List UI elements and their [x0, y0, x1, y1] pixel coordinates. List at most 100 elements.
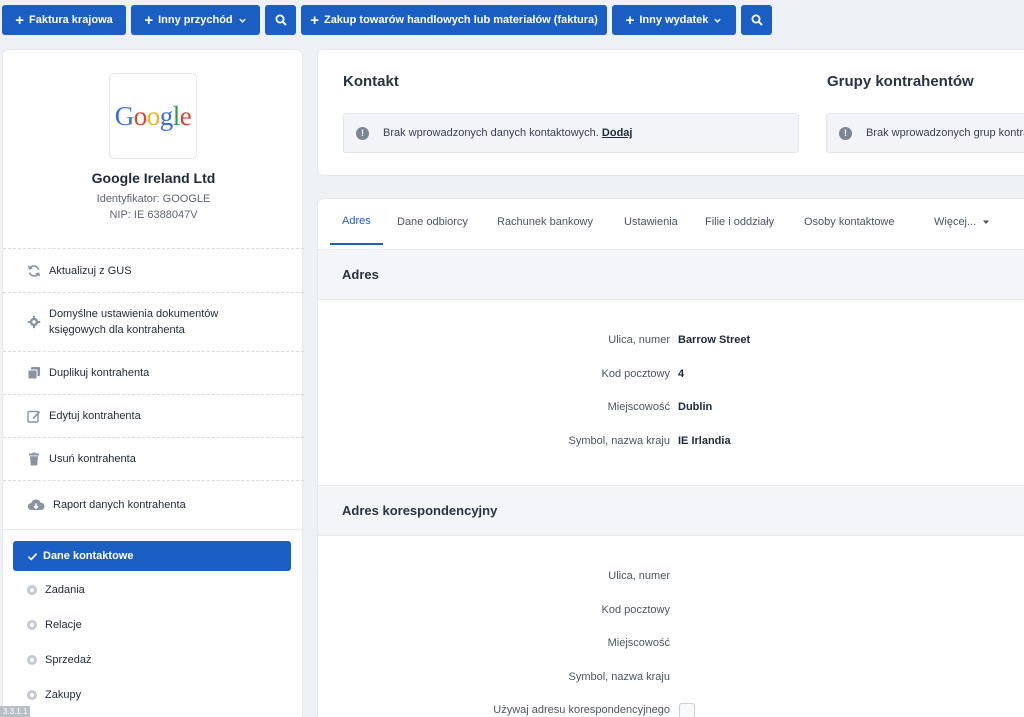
contact-info-text: Brak wprowadzonych danych kontaktowych. … — [383, 127, 632, 139]
plus-icon: + — [144, 11, 154, 29]
logo-letter: g — [159, 100, 174, 131]
tab-recipient[interactable]: Dane odbiorcy — [397, 199, 468, 245]
chevron-down-icon — [714, 18, 722, 23]
main-panel: Adres Dane odbiorcy Rachunek bankowy Ust… — [317, 198, 1024, 717]
nav-item-contact-data[interactable]: Dane kontaktowe — [13, 541, 291, 571]
country-value: IE Irlandia — [678, 435, 731, 447]
check-icon — [27, 552, 38, 561]
city-value: Dublin — [678, 401, 713, 413]
info-icon: ! — [356, 126, 369, 140]
nav-item-sales[interactable]: Sprzedaż — [27, 654, 91, 666]
company-logo: Google — [109, 73, 197, 159]
corr-street-label: Ulica, numer — [608, 570, 670, 582]
postcode-label: Kod pocztowy — [601, 368, 670, 380]
default-doc-settings-button[interactable]: Domyślne ustawienia dokumentów księgowyc… — [3, 292, 304, 351]
contractor-report-button[interactable]: Raport danych kontrahenta — [3, 480, 304, 528]
groups-title: Grupy kontrahentów — [827, 73, 974, 90]
use-correspondence-checkbox[interactable] — [679, 703, 695, 717]
use-correspondence-label: Używaj adresu korespondencyjnego — [493, 704, 670, 716]
contractor-nav: Dane kontaktowe Zadania Relacje Sprzedaż… — [3, 529, 304, 701]
purchase-invoice-button[interactable]: + Zakup towarów handlowych lub materiałó… — [301, 5, 607, 35]
action-list: Aktualizuj z GUS Domyślne ustawienia dok… — [3, 248, 304, 528]
circle-icon — [27, 690, 37, 700]
logo-letter: G — [114, 100, 135, 131]
info-icon: ! — [839, 126, 852, 140]
edit-contractor-button[interactable]: Edytuj kontrahenta — [3, 394, 304, 437]
groups-info-box: ! Brak wprowadzonych grup kontrahentów. — [826, 113, 1024, 153]
caret-down-icon — [983, 220, 990, 224]
plus-icon: + — [15, 11, 24, 29]
contact-info-box: ! Brak wprowadzonych danych kontaktowych… — [343, 113, 799, 153]
tab-bank-account[interactable]: Rachunek bankowy — [497, 199, 593, 245]
address-section-title: Adres — [318, 249, 1024, 300]
logo-letter: o — [133, 100, 148, 131]
search-icon — [275, 14, 287, 26]
corr-postcode-label: Kod pocztowy — [601, 604, 670, 616]
update-from-gus-label: Aktualizuj z GUS — [49, 264, 132, 277]
plus-icon: + — [310, 11, 319, 29]
tab-more-label: Więcej... — [934, 216, 977, 228]
contact-info-message: Brak wprowadzonych danych kontaktowych. — [383, 127, 599, 139]
other-expense-dropdown-button[interactable]: + Inny wydatek — [612, 5, 736, 35]
nav-item-tasks-label: Zadania — [45, 584, 85, 596]
postcode-value: 4 — [678, 368, 685, 380]
circle-icon — [27, 655, 37, 665]
corr-city-label: Miejscowość — [607, 637, 670, 649]
copy-icon — [27, 367, 40, 380]
contact-panel: Kontakt ! Brak wprowadzonych danych kont… — [317, 49, 1024, 176]
update-from-gus-button[interactable]: Aktualizuj z GUS — [3, 248, 304, 292]
nav-item-tasks[interactable]: Zadania — [27, 584, 85, 596]
chevron-down-icon — [238, 18, 246, 23]
nav-item-sales-label: Sprzedaż — [45, 654, 92, 666]
top-toolbar: + Faktura krajowa + Inny przychód + Zaku… — [0, 0, 1024, 40]
google-logo-text: Google — [115, 101, 192, 132]
tab-bar: Adres Dane odbiorcy Rachunek bankowy Ust… — [318, 199, 1024, 245]
add-contact-link[interactable]: Dodaj — [602, 127, 633, 139]
nav-item-relations[interactable]: Relacje — [27, 619, 82, 631]
groups-info-text: Brak wprowadzonych grup kontrahentów. — [866, 127, 1024, 139]
nav-item-contact-data-label: Dane kontaktowe — [43, 550, 134, 562]
nav-item-purchases[interactable]: Zakupy — [27, 689, 81, 701]
company-nip: NIP: IE 6388047V — [109, 209, 198, 221]
tab-branches[interactable]: Filie i oddziały — [705, 199, 774, 245]
delete-contractor-button[interactable]: Usuń kontrahenta — [3, 437, 304, 480]
corr-country-label: Symbol, nazwa kraju — [568, 671, 671, 683]
company-name: Google Ireland Ltd — [91, 170, 216, 186]
other-income-dropdown-button[interactable]: + Inny przychód — [131, 5, 260, 35]
street-value: Barrow Street — [678, 334, 751, 346]
trash-icon — [29, 452, 39, 466]
contractor-sidebar: Google Google Ireland Ltd Identyfikator:… — [2, 49, 304, 717]
other-income-label: Inny przychód — [158, 14, 233, 26]
cloud-download-icon — [27, 498, 45, 510]
nav-item-relations-label: Relacje — [45, 619, 82, 631]
tab-contact-persons[interactable]: Osoby kontaktowe — [804, 199, 895, 245]
tab-more-dropdown[interactable]: Więcej... — [934, 199, 990, 245]
circle-icon — [27, 620, 37, 630]
search-icon — [751, 14, 763, 26]
tab-address[interactable]: Adres — [330, 199, 383, 245]
gear-icon — [27, 315, 41, 329]
new-invoice-button[interactable]: + Faktura krajowa — [2, 5, 126, 35]
logo-letter: o — [146, 100, 161, 131]
tab-settings[interactable]: Ustawienia — [624, 199, 678, 245]
company-identifier: Identyfikator: GOOGLE — [96, 193, 211, 205]
edit-contractor-label: Edytuj kontrahenta — [49, 410, 141, 422]
logo-letter: e — [179, 100, 192, 131]
plus-icon: + — [625, 11, 635, 29]
nav-item-purchases-label: Zakupy — [45, 689, 82, 701]
default-doc-settings-label: Domyślne ustawienia dokumentów księgowyc… — [49, 308, 219, 336]
duplicate-contractor-label: Duplikuj kontrahenta — [49, 367, 150, 379]
search-income-button[interactable] — [265, 5, 296, 35]
duplicate-contractor-button[interactable]: Duplikuj kontrahenta — [3, 351, 304, 394]
circle-icon — [27, 585, 37, 595]
edit-icon — [27, 410, 41, 423]
logo-letter: l — [172, 100, 181, 131]
correspondence-section-title: Adres korespondencyjny — [318, 485, 1024, 536]
version-badge: 3.3.1.1 — [0, 706, 31, 717]
other-expense-label: Inny wydatek — [639, 14, 709, 26]
search-expense-button[interactable] — [741, 5, 772, 35]
country-label: Symbol, nazwa kraju — [568, 435, 671, 447]
refresh-icon — [27, 264, 41, 277]
new-invoice-label: Faktura krajowa — [29, 14, 113, 26]
delete-contractor-label: Usuń kontrahenta — [49, 453, 136, 465]
